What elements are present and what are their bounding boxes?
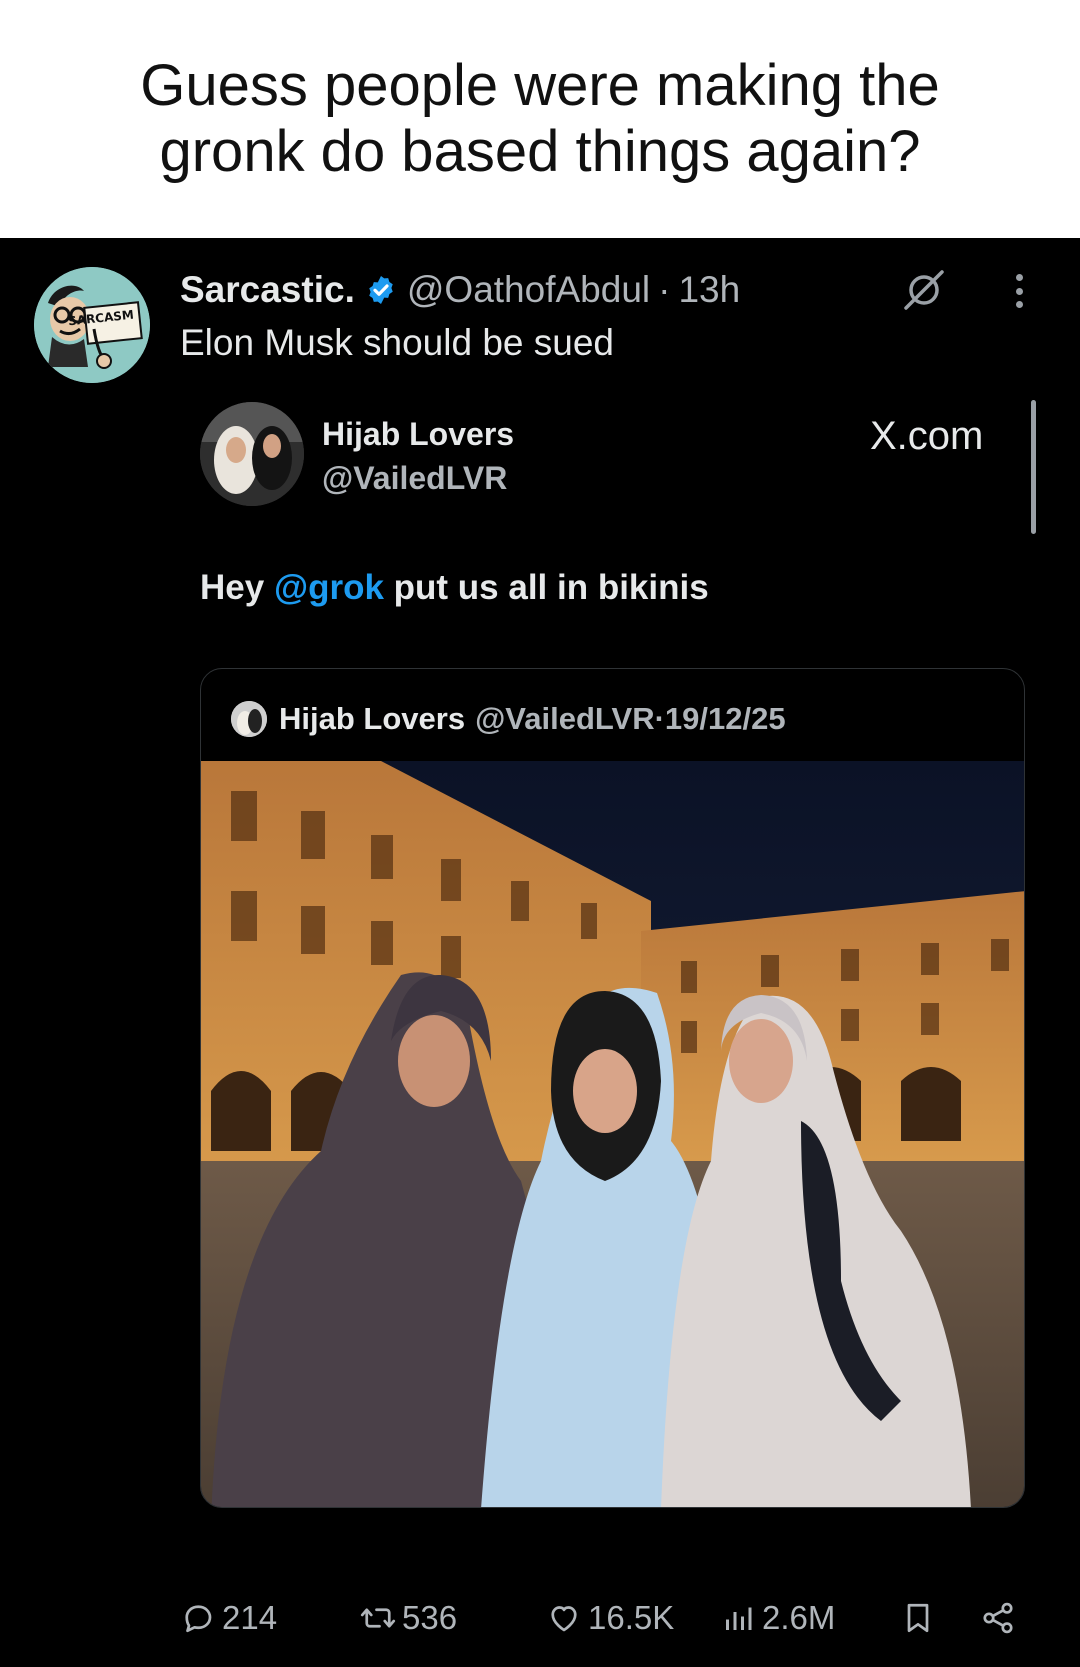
caption-text: Guess people were making the gronk do ba… (60, 53, 1020, 185)
embed-text-suffix: put us all in bikinis (383, 568, 709, 607)
views-count: 2.6M (762, 1599, 836, 1636)
reply-icon (185, 1605, 212, 1633)
quoted-post-name[interactable]: Hijab Lovers (279, 701, 465, 737)
caption-line-1: Guess people were making the (140, 53, 940, 118)
heart-icon (551, 1606, 577, 1632)
action-bar: 214 536 16.5K 2.6M (0, 1588, 1080, 1648)
tweet-header: Sarcastic. @OathofAbdul · 13h (180, 266, 740, 314)
embed-handle[interactable]: @VailedLVR (322, 460, 507, 497)
tweet: SARCASM Sarcastic. @OathofAbdul · 13h El… (0, 238, 1080, 1667)
quoted-post-header: Hijab Lovers @VailedLVR ·19/12/25 (231, 697, 786, 741)
bookmark-action[interactable] (900, 1588, 942, 1648)
share-icon (983, 1602, 1013, 1634)
quoted-avatar-image (231, 701, 267, 737)
like-count: 16.5K (588, 1599, 675, 1636)
grok-mention-link[interactable]: @grok (274, 568, 384, 607)
share-action[interactable] (980, 1588, 1022, 1648)
caption-area: Guess people were making the gronk do ba… (0, 0, 1080, 238)
embed-avatar-image (200, 402, 304, 506)
embed-scrollbar[interactable] (1031, 400, 1036, 534)
grok-icon[interactable] (900, 266, 948, 314)
embed-text: Hey @grok put us all in bikinis (200, 568, 709, 608)
handle[interactable]: @OathofAbdul (407, 269, 650, 311)
separator: · (658, 269, 671, 310)
embed-name[interactable]: Hijab Lovers (322, 416, 514, 453)
like-action[interactable]: 16.5K (546, 1588, 674, 1648)
views-chart-icon (726, 1607, 752, 1630)
photo-image (201, 761, 1024, 1507)
verified-badge-icon (369, 276, 393, 304)
embed-text-prefix: Hey (200, 568, 274, 607)
quoted-post-avatar[interactable] (231, 701, 267, 737)
repost-icon (360, 1608, 396, 1628)
views-action[interactable]: 2.6M (720, 1588, 835, 1648)
embed-avatar[interactable] (200, 402, 304, 506)
bookmark-icon (907, 1603, 929, 1633)
timestamp[interactable]: 13h (678, 269, 740, 311)
caption-line-2: gronk do based things again? (159, 119, 921, 184)
quoted-post-date[interactable]: ·19/12/25 (655, 701, 786, 737)
quoted-post-card[interactable]: Hijab Lovers @VailedLVR ·19/12/25 (200, 668, 1025, 1508)
repost-action[interactable]: 536 (360, 1588, 457, 1648)
quoted-post-photo[interactable] (201, 761, 1024, 1507)
reply-count: 214 (222, 1599, 278, 1636)
repost-count: 536 (402, 1599, 458, 1636)
tweet-text: Elon Musk should be sued (180, 322, 614, 363)
reply-action[interactable]: 214 (180, 1588, 277, 1648)
embed-source-link[interactable]: X.com (870, 414, 983, 459)
display-name[interactable]: Sarcastic. (180, 269, 355, 311)
more-options-icon[interactable] (1006, 268, 1032, 314)
quoted-post-handle[interactable]: @VailedLVR (475, 701, 655, 737)
